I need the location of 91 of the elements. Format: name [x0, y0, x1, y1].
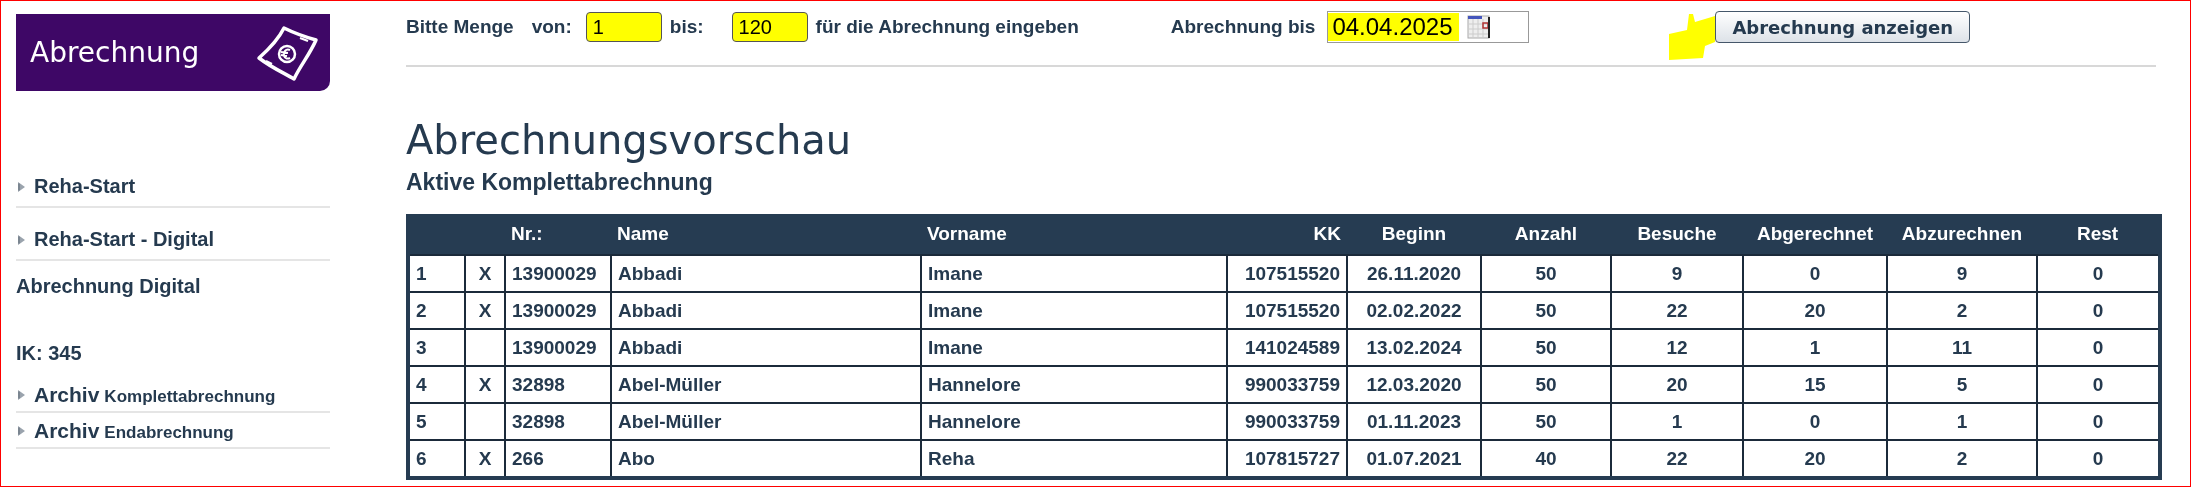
highlight-mark — [1669, 12, 1716, 60]
table-cell: 2 — [1887, 292, 2037, 329]
archive-link[interactable]: Archiv Endabrechnung — [16, 419, 330, 443]
table-cell: 107515520 — [1227, 255, 1347, 292]
triangle-icon — [18, 426, 25, 436]
nav-link[interactable]: Reha-Start - Digital — [16, 228, 330, 251]
table-cell: 12 — [1611, 329, 1743, 366]
table-cell: Abel-Müller — [611, 403, 921, 440]
table-cell: Hannelore — [921, 403, 1227, 440]
from-field[interactable]: 1 — [585, 12, 662, 42]
ik-number: IK: 345 — [16, 342, 83, 365]
show-billing-button[interactable]: Abrechnung anzeigen — [1715, 11, 1971, 43]
table-cell: 26.11.2020 — [1347, 255, 1481, 292]
table-cell: 12.03.2020 — [1347, 366, 1481, 403]
table-cell: 13900029 — [505, 292, 611, 329]
table-cell: 2 — [408, 292, 465, 329]
table-cell: 990033759 — [1227, 403, 1347, 440]
archive-link[interactable]: Archiv Komplettabrechnung — [16, 383, 330, 407]
table-cell: 9 — [1887, 255, 2037, 292]
triangle-icon — [18, 234, 25, 245]
table-cell: 22 — [1611, 292, 1743, 329]
table-cell: 32898 — [505, 403, 611, 440]
table-cell: 50 — [1481, 366, 1611, 403]
table-cell: 20 — [1743, 292, 1887, 329]
column-header: KK — [1313, 223, 1341, 244]
banknote-icon — [256, 23, 320, 82]
table-cell — [465, 403, 505, 440]
table-cell: X — [465, 366, 505, 403]
table-cell: 9 — [1611, 255, 1743, 292]
banner-title: Abrechnung — [30, 36, 200, 69]
column-header: Anzahl — [1514, 223, 1578, 244]
triangle-icon — [18, 181, 25, 192]
field-label: Abrechnung bis — [1170, 16, 1316, 38]
table-cell: Imane — [921, 255, 1227, 292]
table-cell: 02.02.2022 — [1347, 292, 1481, 329]
table-cell: 01.11.2023 — [1347, 403, 1481, 440]
table-cell: 0 — [1743, 403, 1887, 440]
table-cell: Hannelore — [921, 366, 1227, 403]
table-cell: 4 — [408, 366, 465, 403]
column-header: Beginn — [1381, 223, 1447, 244]
table-cell: 11 — [1887, 329, 2037, 366]
table-cell: 990033759 — [1227, 366, 1347, 403]
triangle-icon — [18, 390, 25, 400]
table-cell: 50 — [1481, 255, 1611, 292]
column-header: Abgerechnet — [1756, 223, 1874, 244]
table-cell: Abbadi — [611, 255, 921, 292]
date-field[interactable]: 04.04.2025 — [1327, 11, 1530, 43]
table-cell: 13900029 — [505, 329, 611, 366]
table-cell: 107515520 — [1227, 292, 1347, 329]
field-label: Bitte Menge — [406, 16, 514, 38]
table-cell: 13900029 — [505, 255, 611, 292]
table-cell: Abbadi — [611, 292, 921, 329]
section-title: Abrechnung Digital — [16, 275, 202, 298]
table-cell: 3 — [408, 329, 465, 366]
table-cell: 50 — [1481, 403, 1611, 440]
table-cell: Abel-Müller — [611, 366, 921, 403]
field-label: von: — [531, 16, 572, 38]
table-cell: Imane — [921, 329, 1227, 366]
table-cell: 1 — [1611, 403, 1743, 440]
table-cell: X — [465, 292, 505, 329]
table-cell: 0 — [1743, 255, 1887, 292]
section-heading: Aktive Komplettabrechnung — [406, 169, 714, 196]
nav-link[interactable]: Reha-Start — [16, 175, 330, 198]
table-cell: 1 — [1743, 329, 1887, 366]
column-header: Besuche — [1637, 223, 1717, 244]
table-cell: X — [465, 255, 505, 292]
table-cell: 0 — [2037, 255, 2160, 292]
table-cell: 15 — [1743, 366, 1887, 403]
table-cell: 5 — [408, 403, 465, 440]
page-heading: Abrechnungsvorschau — [406, 116, 853, 165]
table-cell: Imane — [921, 292, 1227, 329]
column-header: Vorname — [927, 223, 1007, 244]
column-header: Rest — [2076, 223, 2119, 244]
column-header: Name — [617, 223, 669, 244]
table-cell: 141024589 — [1227, 329, 1347, 366]
table-cell: Abbadi — [611, 329, 921, 366]
table-cell: 13.02.2024 — [1347, 329, 1481, 366]
table-cell: 50 — [1481, 292, 1611, 329]
column-header: Abzurechnen — [1901, 223, 2023, 244]
table-cell: 20 — [1611, 366, 1743, 403]
table-cell: 5 — [1887, 366, 2037, 403]
table-cell: 32898 — [505, 366, 611, 403]
table-cell — [465, 329, 505, 366]
calendar-icon[interactable] — [1466, 15, 1491, 39]
column-header: Nr.: — [511, 223, 543, 244]
field-label: bis: — [669, 16, 704, 38]
table-cell: 1 — [408, 255, 465, 292]
table-cell: 50 — [1481, 329, 1611, 366]
field-label: für die Abrechnung eingeben — [815, 16, 1079, 38]
table-cell: 1 — [1887, 403, 2037, 440]
to-field[interactable]: 120 — [731, 12, 808, 42]
